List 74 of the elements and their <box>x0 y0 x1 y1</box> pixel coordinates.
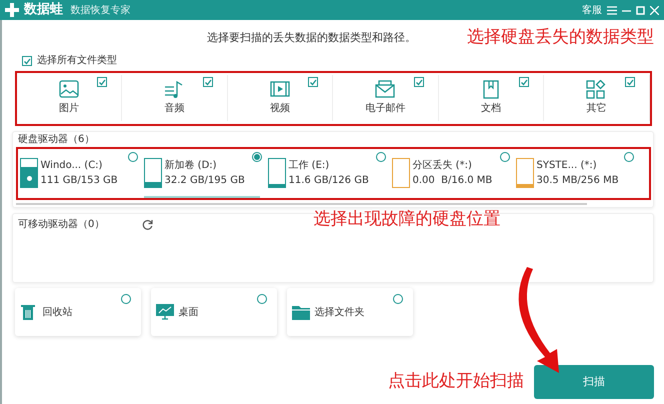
location-card[interactable]: 回收站 <box>14 288 140 336</box>
book-icon <box>480 80 501 99</box>
maximize-icon[interactable] <box>636 6 645 14</box>
support-link[interactable]: 客服 <box>582 2 602 18</box>
folder-icon <box>292 303 310 321</box>
drive-usage: 30.5 MB/256 MB <box>536 174 619 188</box>
refresh-icon[interactable] <box>142 218 154 230</box>
checkbox[interactable] <box>624 77 634 87</box>
radio-button[interactable] <box>128 152 138 162</box>
file-type-card[interactable]: 文档 <box>438 75 544 121</box>
file-type-label: 音频 <box>164 102 184 116</box>
drive-usage: 111 GB/153 GB <box>40 174 118 188</box>
checkbox[interactable] <box>22 56 32 66</box>
annotation-text: 选择硬盘丢失的数据类型 <box>467 26 654 49</box>
location-label: 桌面 <box>178 306 198 320</box>
drive-usage: 0.00 B/16.0 MB <box>412 174 492 188</box>
drive-card[interactable]: Windo... (C:) 111 GB/153 GB <box>20 151 144 195</box>
shapes-icon <box>586 80 606 99</box>
drive-usage: 11.6 GB/126 GB <box>288 174 369 188</box>
select-all-label: 选择所有文件类型 <box>37 54 117 68</box>
radio-button[interactable] <box>120 294 130 304</box>
location-card[interactable]: 选择文件夹 <box>286 288 412 336</box>
drive-group-label: 硬盘驱动器（6） <box>18 132 96 146</box>
drive-card[interactable]: 新加卷 (D:) 32.2 GB/195 GB <box>144 151 268 195</box>
menu-icon[interactable] <box>607 6 617 14</box>
logo-icon <box>5 3 19 17</box>
close-icon[interactable] <box>650 6 659 14</box>
drive-name: 分区丢失 (*:) <box>412 158 473 173</box>
annotation-text: 点击此处开始扫描 <box>388 370 524 394</box>
file-type-label: 文档 <box>480 102 501 116</box>
checkbox[interactable] <box>414 77 424 87</box>
annotation-text: 选择出现故障的硬盘位置 <box>313 208 500 230</box>
drive-name: 工作 (E:) <box>288 159 330 173</box>
scrollbar[interactable] <box>16 202 587 204</box>
checkbox[interactable] <box>308 77 318 87</box>
radio-button[interactable] <box>256 294 266 304</box>
radio-button[interactable] <box>392 294 402 304</box>
radio-button[interactable] <box>376 152 386 162</box>
file-type-label: 图片 <box>58 102 79 116</box>
checkbox[interactable] <box>202 77 212 87</box>
location-label: 选择文件夹 <box>314 306 364 320</box>
checkbox[interactable] <box>97 77 107 87</box>
radio-button[interactable] <box>624 152 634 162</box>
location-card[interactable]: 桌面 <box>150 288 276 336</box>
scan-button[interactable]: 扫描 <box>534 365 654 399</box>
checkbox[interactable] <box>519 77 529 87</box>
location-label: 回收站 <box>42 306 72 320</box>
music-note-icon <box>164 80 184 99</box>
envelope-icon <box>375 80 396 99</box>
file-type-label: 其它 <box>586 102 606 116</box>
drive-name: Windo... (C:) <box>40 159 104 173</box>
file-type-card[interactable]: 图片 <box>16 75 122 121</box>
drive-card[interactable]: 分区丢失 (*:) 0.00 B/16.0 MB <box>392 151 516 195</box>
file-type-card[interactable]: 音频 <box>122 75 228 121</box>
file-type-label: 电子邮件 <box>365 102 406 116</box>
radio-button[interactable] <box>252 152 262 162</box>
file-type-card[interactable]: 电子邮件 <box>333 75 438 121</box>
file-type-label: 视频 <box>270 102 290 116</box>
trash-icon <box>20 303 38 321</box>
drive-usage: 32.2 GB/195 GB <box>164 174 245 188</box>
film-icon <box>270 80 290 99</box>
radio-button[interactable] <box>500 152 510 162</box>
heading: 选择要扫描的丢失数据的数据类型和路径。 <box>207 30 416 46</box>
drive-card[interactable]: SYSTE... (*:) 30.5 MB/256 MB <box>516 151 640 195</box>
image-icon <box>58 80 79 99</box>
app-subtitle: 数据恢复专家 <box>70 4 130 18</box>
drive-name: 新加卷 (D:) <box>164 158 218 173</box>
drive-name: SYSTE... (*:) <box>536 159 598 173</box>
app-name: 数据蛙 <box>24 1 63 20</box>
file-type-card[interactable]: 视频 <box>228 75 333 121</box>
monitor-icon <box>156 303 174 321</box>
removable-label: 可移动驱动器（0） <box>18 218 104 232</box>
drive-card[interactable]: 工作 (E:) 11.6 GB/126 GB <box>268 151 392 195</box>
file-type-card[interactable]: 其它 <box>544 75 650 121</box>
